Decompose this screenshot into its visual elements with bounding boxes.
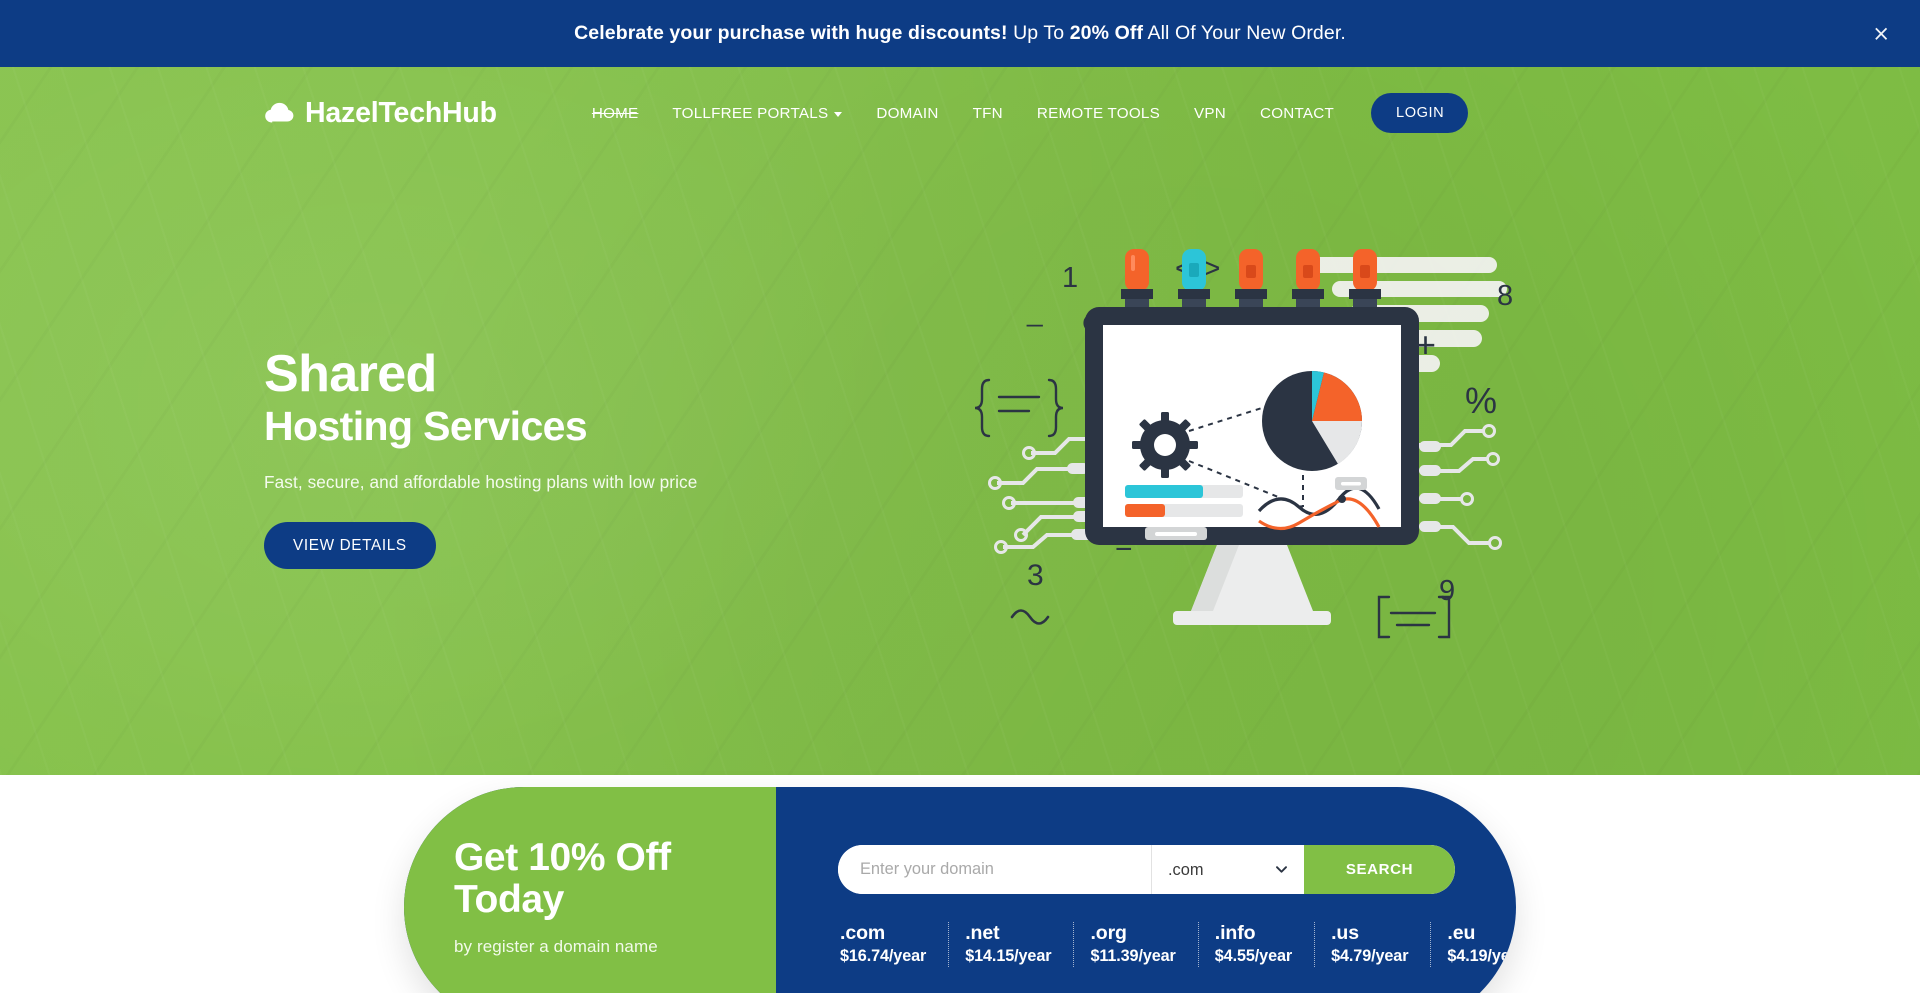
domain-search-section: Get 10% Off Today by register a domain n…	[0, 775, 1920, 993]
hero-title: Shared Hosting Services	[264, 344, 824, 450]
circuit-right	[1419, 424, 1502, 550]
domain-search-panel: .com .net .org .info .us .eu SEARCH	[776, 787, 1516, 993]
tld-price-value: $16.74/year	[840, 946, 927, 965]
nav-item-vpn[interactable]: VPN	[1177, 95, 1243, 132]
domain-promo-headline-line1: Get 10% Off	[454, 836, 671, 879]
chevron-down-icon	[834, 111, 843, 117]
close-icon[interactable]: ×	[1866, 19, 1896, 48]
svg-text:_: _	[1026, 296, 1043, 327]
tld-price-name: .com	[840, 922, 886, 944]
tld-price-list: .com $16.74/year .net $14.15/year .org $…	[838, 922, 1516, 967]
promo-normal-suffix: All Of Your New Order.	[1143, 22, 1346, 44]
nav-item-domain[interactable]: DOMAIN	[859, 95, 955, 132]
pie-chart	[1262, 371, 1363, 471]
tld-price-item: .net $14.15/year	[965, 922, 1075, 967]
nav-item-vpn-label: VPN	[1194, 104, 1226, 122]
promo-highlight-text: 20% Off	[1069, 22, 1144, 44]
tld-price-name: .net	[965, 922, 1000, 944]
hero-copy: Shared Hosting Services Fast, secure, an…	[264, 341, 824, 570]
nav-item-home[interactable]: HOME	[575, 95, 656, 132]
nav-item-domain-label: DOMAIN	[876, 104, 939, 122]
main-navbar: HazelTechHub HOME TOLLFREE PORTALS DOMAI…	[0, 67, 1920, 145]
tld-price-name: .us	[1331, 922, 1359, 944]
nav-item-contact[interactable]: CONTACT	[1243, 95, 1351, 132]
tld-price-item: .info $4.55/year	[1214, 922, 1316, 967]
tld-price-value: $4.19/year	[1447, 946, 1516, 965]
promo-bold-text: Celebrate your purchase with huge discou…	[574, 22, 1008, 44]
nav-item-remote-tools[interactable]: REMOTE TOOLS	[1020, 95, 1177, 132]
tld-price-item: .org $11.39/year	[1090, 922, 1199, 967]
nav-item-tfn[interactable]: TFN	[956, 95, 1020, 132]
nav-links: HOME TOLLFREE PORTALS DOMAIN TFN REMOTE …	[575, 92, 1660, 134]
svg-text:8: 8	[1497, 280, 1513, 312]
domain-search-form: .com .net .org .info .us .eu SEARCH	[838, 845, 1455, 894]
hero-illustration: 1 8 3 9 </> + % _ =	[834, 245, 1660, 665]
nav-item-contact-label: CONTACT	[1260, 104, 1335, 122]
tilde-symbol	[1010, 609, 1050, 625]
tld-price-name: .eu	[1447, 922, 1476, 944]
nav-item-tfn-label: TFN	[972, 104, 1003, 122]
domain-promo-headline: Get 10% Off Today	[454, 836, 776, 922]
cloud-icon	[264, 102, 294, 124]
promo-banner: Celebrate your purchase with huge discou…	[0, 0, 1920, 67]
promo-normal-prefix: Up To	[1007, 22, 1070, 44]
svg-text:1: 1	[1062, 262, 1078, 294]
login-button[interactable]: LOGIN	[1371, 92, 1469, 134]
nav-item-tollfree-portals-label: TOLLFREE PORTALS	[672, 104, 829, 122]
domain-search-button[interactable]: SEARCH	[1304, 845, 1455, 894]
tld-price-item: .com $16.74/year	[838, 922, 950, 967]
domain-promo-panel: Get 10% Off Today by register a domain n…	[404, 787, 776, 993]
tld-price-name: .info	[1214, 922, 1256, 944]
tld-price-value: $4.55/year	[1214, 946, 1293, 965]
view-details-button[interactable]: VIEW DETAILS	[264, 522, 436, 570]
domain-promo-subtext: by register a domain name	[454, 937, 658, 957]
hero-subtitle: Fast, secure, and affordable hosting pla…	[264, 472, 698, 493]
tld-price-value: $14.15/year	[965, 946, 1052, 965]
nav-item-remote-tools-label: REMOTE TOOLS	[1036, 104, 1161, 122]
tld-price-value: $11.39/year	[1090, 946, 1176, 965]
page-root: Celebrate your purchase with huge discou…	[0, 0, 1920, 993]
svg-text:%: %	[1465, 380, 1497, 421]
domain-search-input[interactable]	[838, 845, 1152, 894]
hero-content: Shared Hosting Services Fast, secure, an…	[260, 145, 1660, 765]
domain-search-card: Get 10% Off Today by register a domain n…	[404, 787, 1516, 993]
svg-text:9: 9	[1439, 575, 1455, 607]
brand-name: HazelTechHub	[305, 96, 497, 129]
hero-section: HazelTechHub HOME TOLLFREE PORTALS DOMAI…	[0, 67, 1920, 775]
tld-price-item: .eu $4.19/year	[1447, 922, 1516, 967]
promo-banner-text: Celebrate your purchase with huge discou…	[574, 22, 1346, 45]
tld-select[interactable]: .com .net .org .info .us .eu	[1152, 845, 1304, 894]
nav-item-home-label: HOME	[591, 104, 639, 122]
brace-symbol	[974, 378, 1064, 438]
hero-title-line2: Hosting Services	[264, 402, 588, 449]
hero-title-line1: Shared	[264, 344, 437, 403]
monitor	[1085, 307, 1419, 625]
nav-item-tollfree-portals[interactable]: TOLLFREE PORTALS	[655, 95, 859, 132]
brand-logo[interactable]: HazelTechHub	[264, 99, 497, 128]
svg-text:3: 3	[1027, 559, 1044, 592]
tld-select-wrapper: .com .net .org .info .us .eu	[1152, 845, 1304, 894]
tld-price-item: .us $4.79/year	[1331, 922, 1432, 967]
tld-price-value: $4.79/year	[1331, 946, 1409, 965]
tld-price-name: .org	[1090, 922, 1127, 944]
domain-promo-headline-line2: Today	[454, 878, 564, 922]
gear-icon	[1132, 412, 1198, 478]
